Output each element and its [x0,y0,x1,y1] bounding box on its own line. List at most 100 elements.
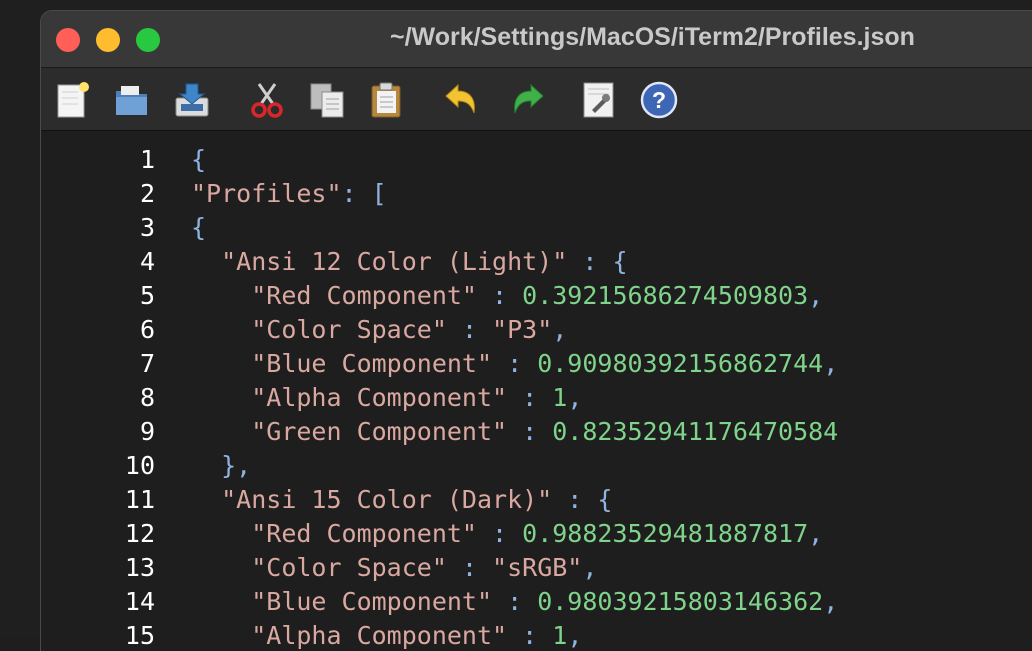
editor-window: ~/Work/Settings/MacOS/iTerm2/Profiles.js… [40,10,1032,651]
code-token: 0.90980392156862744 [537,349,824,378]
help-icon: ? [640,81,678,119]
code-token: "sRGB" [492,553,583,582]
code-token: 1 [552,383,568,412]
code-text: "Blue Component" : 0.90980392156862744, [191,347,838,381]
code-token: 0.39215686274509803 [522,281,809,310]
code-token: { [191,145,207,174]
copy-icon [310,83,344,118]
code-line[interactable]: 5 "Red Component" : 0.39215686274509803, [41,279,1032,313]
code-line[interactable]: 4 "Ansi 12 Color (Light)" : { [41,245,1032,279]
code-line[interactable]: 13 "Color Space" : "sRGB", [41,551,1032,585]
code-line[interactable]: 11 "Ansi 15 Color (Dark)" : { [41,483,1032,517]
code-token: , [808,281,824,310]
code-token: : { [552,485,613,514]
code-text: "Red Component" : 0.39215686274509803, [191,279,823,313]
undo-arrow-icon [445,83,475,114]
line-number: 13 [124,553,155,582]
code-editor[interactable]: 1{2 "Profiles": [3{4 "Ansi 12 Color (Ligh… [41,131,1032,651]
code-token: , [552,315,568,344]
code-token: : [507,621,553,650]
code-token: "P3" [492,315,553,344]
line-number: 8 [139,383,155,412]
copy-button[interactable] [306,78,348,122]
line-number: 11 [124,485,155,514]
code-token: "Alpha Component" [251,383,508,412]
code-text: "Profiles": [ [191,177,387,211]
code-line[interactable]: 15 "Alpha Component" : 1, [41,619,1032,651]
code-token: "Profiles" [191,179,342,208]
code-line[interactable]: 9 "Green Component" : 0.8235294117647058… [41,415,1032,449]
code-line[interactable]: 12 "Red Component" : 0.98823529481887817… [41,517,1032,551]
code-token: 0.98039215803146362 [537,587,824,616]
scissors-icon [251,83,283,118]
redo-arrow-icon [514,83,544,114]
new-document-icon [57,82,89,118]
code-text: "Ansi 12 Color (Light)" : { [191,245,628,279]
open-folder-icon [116,86,147,115]
save-file-button[interactable] [171,78,213,122]
code-text: "Alpha Component" : 1, [191,381,582,415]
close-window-button[interactable] [56,28,80,52]
clipboard-icon [371,82,401,118]
line-number: 3 [139,213,155,242]
redo-button[interactable] [506,78,548,122]
line-number: 5 [139,281,155,310]
code-token: "Red Component" [251,519,477,548]
line-number: 10 [124,451,155,480]
code-line[interactable]: 7 "Blue Component" : 0.90980392156862744… [41,347,1032,381]
code-line[interactable]: 1{ [41,143,1032,177]
code-token: 0.98823529481887817 [522,519,809,548]
paste-button[interactable] [366,78,408,122]
settings-button[interactable] [578,78,620,122]
open-file-button[interactable] [111,78,153,122]
code-line[interactable]: 6 "Color Space" : "P3", [41,313,1032,347]
code-token: , [567,383,583,412]
code-line[interactable]: 10 }, [41,449,1032,483]
cut-button[interactable] [246,78,288,122]
maximize-window-button[interactable] [136,28,160,52]
minimize-window-button[interactable] [96,28,120,52]
title-bar[interactable]: ~/Work/Settings/MacOS/iTerm2/Profiles.js… [41,11,1032,68]
line-number: 6 [139,315,155,344]
code-token: { [191,213,207,242]
code-token: : [446,315,493,344]
code-token: "Color Space" [251,315,447,344]
code-token: : [477,281,523,310]
code-text: "Blue Component" : 0.98039215803146362, [191,585,838,619]
new-file-button[interactable] [51,78,93,122]
code-token: "Red Component" [251,281,477,310]
undo-button[interactable] [441,78,483,122]
code-token: [ [371,179,387,208]
code-token: , [808,519,824,548]
code-token: : [507,383,553,412]
code-line[interactable]: 3{ [41,211,1032,245]
code-text: }, [191,449,251,483]
code-text: "Red Component" : 0.98823529481887817, [191,517,823,551]
save-icon [175,83,209,117]
line-number: 2 [139,179,155,208]
code-token: "Blue Component" [251,349,493,378]
line-number: 4 [139,247,155,276]
code-line[interactable]: 2 "Profiles": [ [41,177,1032,211]
code-token: "Ansi 12 Color (Light)" [221,247,568,276]
code-token: : { [567,247,628,276]
code-text: "Alpha Component" : 1, [191,619,582,651]
line-number: 12 [124,519,155,548]
code-token: , [567,621,583,650]
help-button[interactable]: ? [638,78,680,122]
code-token: "Green Component" [251,417,508,446]
code-token: , [823,587,839,616]
code-text: "Color Space" : "sRGB", [191,551,597,585]
code-line[interactable]: 8 "Alpha Component" : 1, [41,381,1032,415]
code-line[interactable]: 14 "Blue Component" : 0.9803921580314636… [41,585,1032,619]
line-number: 1 [139,145,155,174]
code-token: 1 [552,621,568,650]
